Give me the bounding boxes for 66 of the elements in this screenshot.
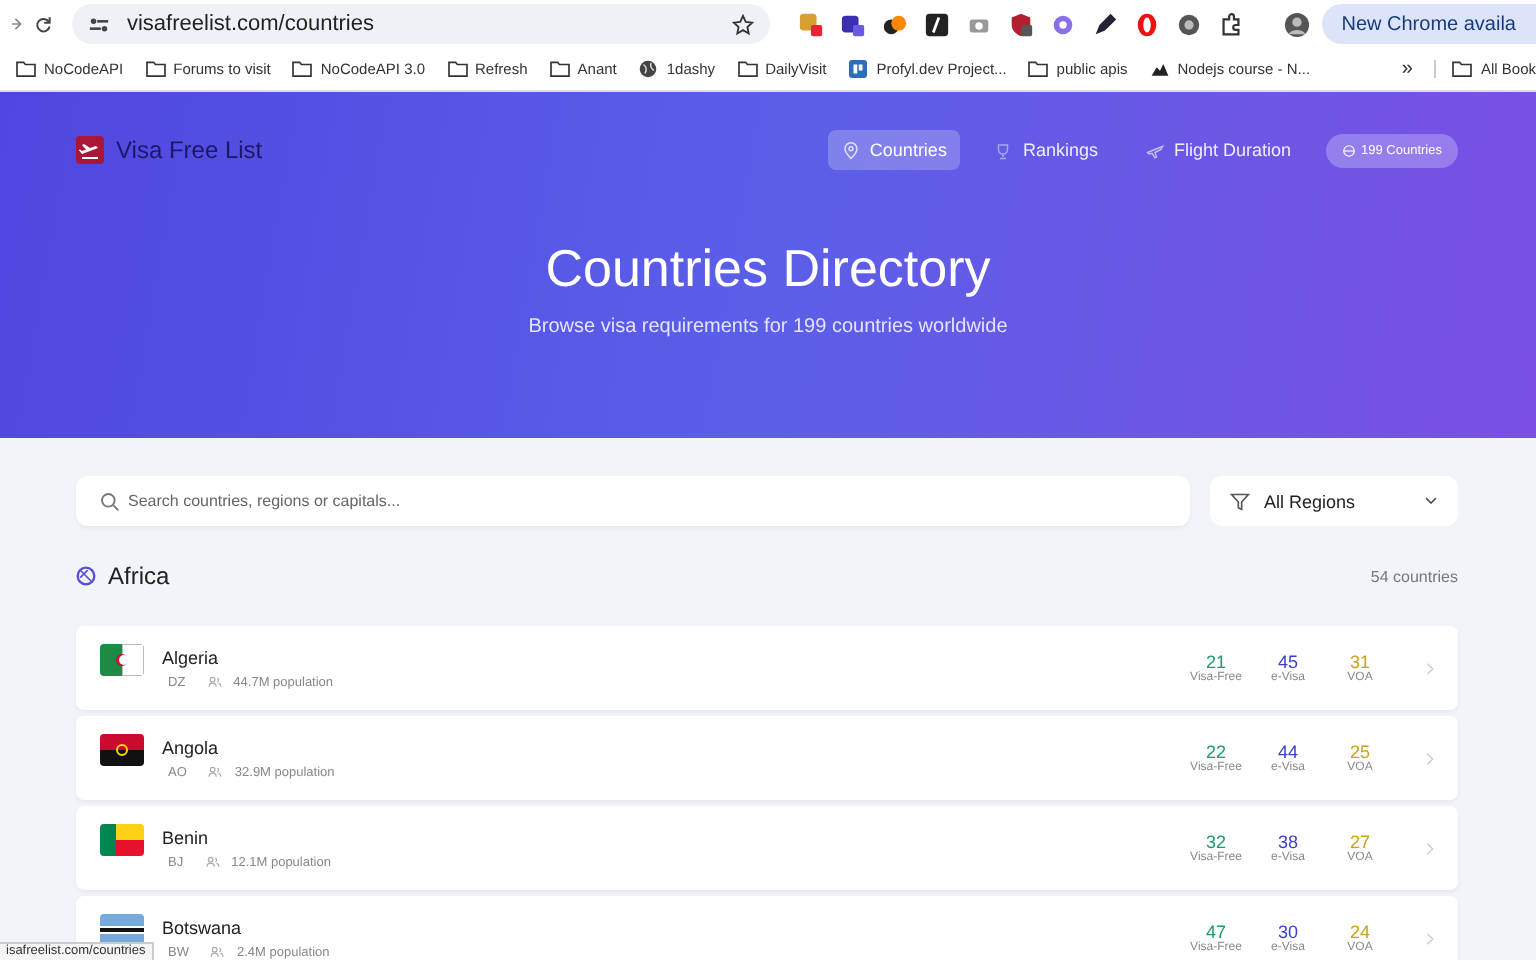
arrow-icon[interactable] [12,14,23,34]
country-name: Angola [162,737,221,757]
update-button[interactable]: New Chrome availa [1321,4,1536,44]
nav-link[interactable]: Flight Duration [1131,130,1306,170]
pen-icon[interactable] [1091,11,1118,37]
extension-icon[interactable] [1007,11,1034,37]
stat-count: 22 [1205,742,1226,762]
nav-link[interactable]: Rankings [980,130,1112,170]
extension-icon[interactable] [881,11,908,37]
app-icon [848,60,869,78]
people-icon [205,856,220,868]
site-settings-icon[interactable] [88,13,111,35]
people-icon [208,766,223,778]
flag-icon [100,644,144,676]
stat-count: 45 [1277,652,1298,672]
stat-count: 24 [1349,922,1370,942]
trophy-icon [994,141,1013,159]
plane-icon [1145,141,1164,159]
folder-icon [447,60,467,78]
chevron-right-icon [1426,661,1434,675]
extension-icon[interactable] [1175,11,1202,37]
address-bar[interactable]: visafreelist.com/countries [72,4,770,44]
folder-icon [737,60,758,78]
folder-icon [1452,60,1473,78]
stat-count: 47 [1205,922,1226,942]
stat-count: 31 [1349,652,1370,672]
folder-icon [145,60,166,78]
filter-icon [1230,491,1250,511]
chevron-right-icon [1426,751,1434,765]
stat-count: 38 [1277,832,1298,852]
search-icon [100,491,120,511]
stat-count: 32 [1205,832,1226,852]
stat-count: 27 [1349,832,1370,852]
page-title: Countries Directory [545,238,991,300]
stat-count: 21 [1205,652,1226,672]
region-name: Africa [108,562,170,590]
reload-icon[interactable] [34,13,53,35]
country-name: Botswana [162,917,244,937]
flag-icon [100,734,144,766]
country-name: Benin [162,827,211,847]
puzzle-icon[interactable] [1217,11,1244,37]
folder-icon [16,60,36,78]
country-name: Algeria [162,647,221,667]
chevron-right-icon [1426,841,1434,855]
search-field[interactable]: Search countries, regions or capitals... [76,476,1190,526]
page-subtitle: Browse visa requirements for 199 countries worldwide [528,316,1008,338]
folder-icon [292,60,313,78]
chevron-right-icon [1426,931,1434,945]
plane-logo-icon [76,136,104,164]
star-icon[interactable] [731,13,754,35]
folder-icon [1028,60,1049,78]
extension-icon[interactable] [923,11,950,37]
stat-count: 44 [1277,742,1298,762]
stat-count: 30 [1277,922,1298,942]
region-dropdown[interactable]: All Regions [1210,476,1458,526]
people-icon [207,676,222,688]
extension-icon[interactable] [839,11,866,37]
people-icon [210,946,225,958]
pin-icon [841,141,860,159]
chevron-down-icon [1424,496,1438,506]
avatar-icon[interactable] [1283,11,1310,37]
flag-icon [100,824,144,856]
country-count: 54 countries [1370,567,1458,585]
folder-icon [549,60,570,78]
more-bookmarks-button[interactable]: » [1401,58,1413,80]
stat-count: 25 [1349,742,1370,762]
